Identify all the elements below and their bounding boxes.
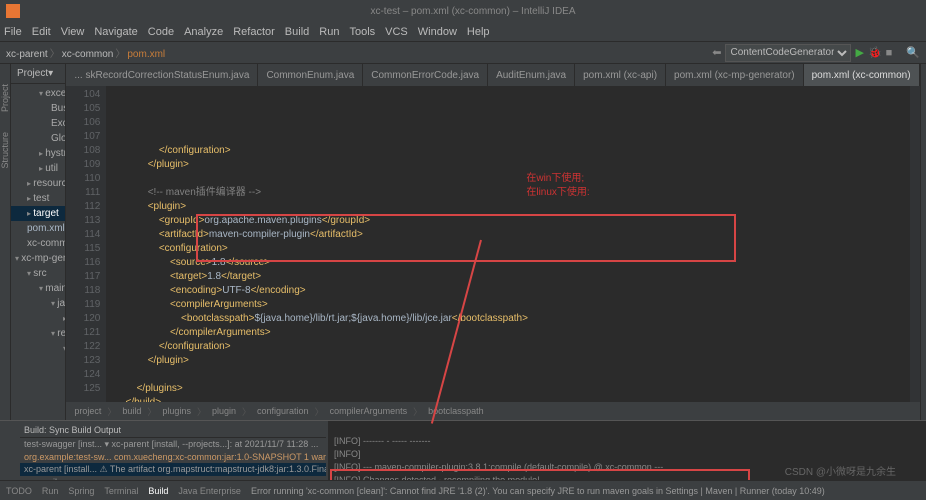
menu-file[interactable]: File: [4, 26, 22, 38]
tree-node[interactable]: pom.xml: [11, 221, 65, 236]
menu-tools[interactable]: Tools: [349, 26, 375, 38]
menu-refactor[interactable]: Refactor: [233, 26, 275, 38]
editor-tab[interactable]: pom.xml (xc-common): [804, 64, 920, 86]
tree-node[interactable]: controller.java.vm: [11, 416, 66, 420]
tree-node[interactable]: target: [11, 206, 65, 221]
menu-code[interactable]: Code: [148, 26, 174, 38]
toolbar: xc-parent〉xc-common〉pom.xml ⬅ ContentCod…: [0, 42, 926, 64]
crumb-1[interactable]: xc-parent: [6, 49, 48, 60]
tree-node[interactable]: test: [11, 191, 65, 206]
menu-view[interactable]: View: [61, 26, 85, 38]
editor-tab[interactable]: pom.xml (xc-api): [575, 64, 666, 86]
line-gutter: 1041051061071081091101111121131141151161…: [66, 86, 106, 402]
editor-tab[interactable]: pom.xml (xc-mp-generator): [666, 64, 804, 86]
tree-node[interactable]: util: [11, 161, 65, 176]
status-tab-terminal[interactable]: Terminal: [104, 486, 138, 496]
tree-node[interactable]: BusinessException: [11, 101, 65, 116]
tree-node[interactable]: GlobalExceptionHandler: [11, 131, 65, 146]
build-row[interactable]: org.example:test-sw... com.xuecheng:xc-c…: [20, 451, 326, 463]
editor-breadcrumb[interactable]: project〉build〉plugins〉plugin〉configurati…: [66, 402, 919, 420]
annotation-notes: 在win下使用;在linux下使用:: [526, 172, 589, 200]
highlight-box-1: [196, 214, 736, 262]
bc-item[interactable]: project: [74, 406, 101, 416]
tree-node[interactable]: templates: [11, 341, 65, 356]
tree-node[interactable]: resources: [11, 176, 65, 191]
status-tab-build[interactable]: Build: [148, 486, 168, 496]
tree-node[interactable]: src: [11, 266, 65, 281]
project-tree[interactable]: exceptionBusinessExceptionExceptionCastG…: [11, 84, 65, 420]
tree-node[interactable]: java: [11, 296, 65, 311]
editor-tabs: ... skRecordCorrectionStatusEnum.javaCom…: [66, 64, 919, 86]
status-tab-run[interactable]: Run: [42, 486, 59, 496]
status-tab-todo[interactable]: TODO: [6, 486, 32, 496]
breadcrumb[interactable]: xc-parent〉xc-common〉pom.xml: [6, 45, 165, 60]
build-header[interactable]: Build: Sync Build Output: [20, 423, 326, 438]
tree-node[interactable]: xc-mp-generator: [11, 251, 65, 266]
tree-node[interactable]: controller.java.btl: [11, 386, 66, 401]
app-logo-icon: [6, 4, 20, 18]
build-row[interactable]: xc-parent [install... ⚠ The artifact org…: [20, 463, 326, 476]
menu-edit[interactable]: Edit: [32, 26, 51, 38]
back-icon[interactable]: ⬅: [712, 46, 721, 59]
code-area[interactable]: 1041051061071081091101111121131141151161…: [66, 86, 919, 402]
menu-help[interactable]: Help: [467, 26, 490, 38]
statusbar: TODO Run Spring Terminal Build Java Ente…: [0, 480, 926, 500]
bc-item[interactable]: compilerArguments: [330, 406, 408, 416]
window-title: xc-test – pom.xml (xc-common) – IntelliJ…: [26, 6, 920, 17]
bc-item[interactable]: configuration: [257, 406, 309, 416]
menu-window[interactable]: Window: [418, 26, 457, 38]
tree-node[interactable]: controller.java.ftl: [11, 401, 66, 416]
tree-node[interactable]: main: [11, 281, 65, 296]
bc-item[interactable]: plugins: [162, 406, 191, 416]
tree-node[interactable]: controller.btl: [11, 371, 66, 386]
run-config-select[interactable]: ContentCodeGenerator: [725, 44, 851, 62]
tree-node[interactable]: hystrix: [11, 146, 65, 161]
build-row[interactable]: test-swagger [inst... ▾ xc-parent [insta…: [20, 438, 326, 451]
tree-node[interactable]: exception: [11, 86, 65, 101]
editor-tab[interactable]: AuditEnum.java: [488, 64, 575, 86]
toolwin-project[interactable]: Project: [0, 84, 10, 112]
bc-item[interactable]: plugin: [212, 406, 236, 416]
stop-icon[interactable]: ■: [886, 47, 893, 59]
project-pane-header[interactable]: Project ▾: [11, 64, 65, 84]
minimap[interactable]: [910, 86, 920, 402]
tree-node[interactable]: xc-common.iml: [11, 236, 65, 251]
watermark: CSDN @小微呀是九余生: [785, 463, 896, 478]
tree-node[interactable]: ExceptionCast: [11, 116, 65, 131]
titlebar: xc-test – pom.xml (xc-common) – IntelliJ…: [0, 0, 926, 22]
left-tool-strip: Project Structure: [0, 64, 11, 420]
run-icon[interactable]: ▶: [855, 46, 863, 59]
tree-node[interactable]: com.xuecheng: [11, 311, 65, 326]
menu-run[interactable]: Run: [319, 26, 339, 38]
status-tab-java-ee[interactable]: Java Enterprise: [178, 486, 241, 496]
editor-area: ... skRecordCorrectionStatusEnum.javaCom…: [66, 64, 919, 420]
search-icon[interactable]: 🔍: [906, 46, 920, 59]
project-pane: Project ▾ exceptionBusinessExceptionExce…: [11, 64, 66, 420]
menu-vcs[interactable]: VCS: [385, 26, 408, 38]
menubar: File Edit View Navigate Code Analyze Ref…: [0, 22, 926, 42]
source-text[interactable]: </configuration> </plugin> <!-- maven插件编…: [106, 86, 909, 402]
menu-navigate[interactable]: Navigate: [94, 26, 137, 38]
crumb-3[interactable]: pom.xml: [127, 49, 165, 60]
bc-item[interactable]: build: [122, 406, 141, 416]
debug-icon[interactable]: 🐞: [868, 46, 882, 59]
editor-tab[interactable]: ... skRecordCorrectionStatusEnum.java: [66, 64, 258, 86]
toolwin-structure[interactable]: Structure: [0, 132, 10, 169]
tree-node[interactable]: default: [11, 356, 66, 371]
tree-node[interactable]: resources: [11, 326, 65, 341]
editor-tab[interactable]: CommonEnum.java: [258, 64, 363, 86]
menu-build[interactable]: Build: [285, 26, 309, 38]
editor-tab[interactable]: CommonErrorCode.java: [363, 64, 488, 86]
right-tool-strip: [920, 64, 926, 420]
crumb-2[interactable]: xc-common: [62, 49, 114, 60]
status-message: Error running 'xc-common [clean]': Canno…: [241, 486, 920, 496]
menu-analyze[interactable]: Analyze: [184, 26, 223, 38]
status-tab-spring[interactable]: Spring: [68, 486, 94, 496]
